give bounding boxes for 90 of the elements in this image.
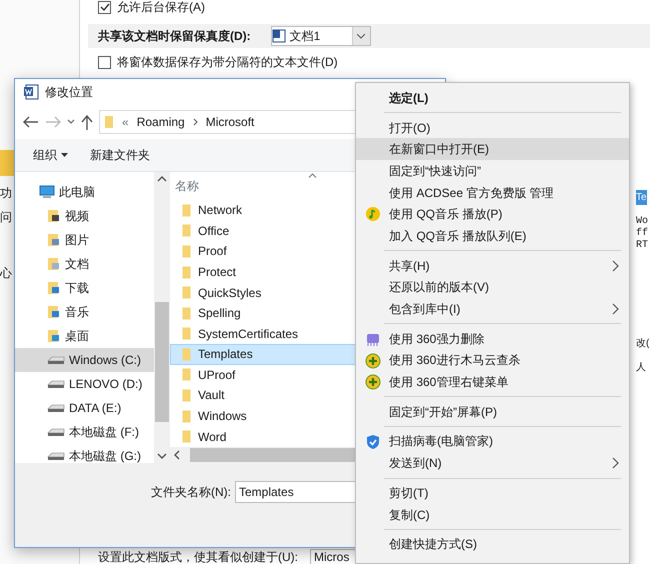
sort-caret-icon	[308, 173, 317, 178]
folder-icon	[182, 348, 191, 361]
folder-icon	[182, 410, 191, 423]
word-icon	[23, 84, 39, 100]
nav-item[interactable]: 本地磁盘 (F:)	[15, 420, 154, 444]
checkbox[interactable]	[98, 0, 111, 14]
up-arrow-icon[interactable]	[81, 114, 93, 130]
breadcrumb[interactable]: Roaming	[136, 113, 185, 131]
folder-icon	[182, 306, 191, 320]
menu-item[interactable]: 在新窗口中打开(E)	[356, 138, 629, 160]
folder-icon	[182, 244, 191, 258]
nav-item[interactable]: 文档	[15, 252, 154, 276]
folder-icon	[182, 286, 191, 300]
field-label: 文件夹名称(N):	[151, 484, 231, 501]
text-fragment: Te	[636, 190, 647, 205]
nav-item[interactable]: 下载	[15, 276, 154, 300]
nav-item[interactable]: 视频	[15, 204, 154, 228]
folder-icon	[104, 115, 114, 129]
nav-item[interactable]: 音乐	[15, 300, 154, 324]
scrollbar-thumb[interactable]	[155, 302, 169, 422]
nav-item[interactable]: 桌面	[15, 324, 154, 348]
text-fragment: Wo	[636, 215, 648, 228]
menu-item[interactable]: 发送到(N)	[356, 452, 629, 474]
menu-item[interactable]: 使用 360管理右键菜单	[356, 371, 629, 393]
checkbox-label: 允许后台保存(A)	[117, 0, 205, 16]
dropdown-button[interactable]	[352, 27, 370, 45]
caret-icon	[61, 153, 68, 157]
menu-item[interactable]: 共享(H)	[356, 254, 629, 276]
folder-icon	[182, 368, 191, 382]
menu-item[interactable]: 固定到“开始”屏幕(P)	[356, 400, 629, 423]
folder-icon	[47, 257, 61, 271]
overflow-marker[interactable]: «	[122, 113, 129, 131]
drive-icon	[47, 355, 65, 365]
folder-icon	[182, 204, 191, 217]
caret-icon	[357, 34, 366, 38]
sidebar-item[interactable]: 问	[0, 208, 12, 226]
nav-item[interactable]: LENOVO (D:)	[15, 372, 154, 396]
checkbox[interactable]	[98, 56, 111, 68]
plus-icon	[365, 352, 381, 369]
column-header[interactable]: 名称	[175, 176, 199, 195]
menu-item[interactable]: 还原以前的版本(V)	[356, 276, 629, 298]
folder-icon	[47, 281, 61, 295]
menu-item[interactable]: 加入 QQ音乐 播放队列(E)	[356, 225, 629, 247]
field-label: 设置此文档版式，使其看似创建于(U):	[98, 549, 298, 564]
menu-item[interactable]: 固定到“快速访问”	[356, 160, 629, 182]
menu-item[interactable]: 使用 QQ音乐 播放(P)	[356, 203, 629, 226]
caret-icon[interactable]	[67, 119, 75, 125]
folder-icon	[182, 224, 191, 238]
back-arrow-icon[interactable]	[23, 116, 39, 128]
plus-icon	[365, 374, 381, 390]
menu-item[interactable]: 扫描病毒(电脑管家)	[356, 430, 629, 452]
folder-icon	[182, 430, 191, 444]
folder-icon	[47, 209, 61, 223]
folder-icon	[47, 233, 61, 247]
sidebar-highlight	[0, 150, 14, 176]
music-note-icon	[365, 206, 381, 222]
nav-item[interactable]: 本地磁盘 (G:)	[15, 444, 154, 468]
window-title: 修改位置	[45, 84, 93, 101]
nav-item[interactable]: 此电脑	[15, 180, 154, 204]
checkbox-label: 将窗体数据保存为带分隔符的文本文件(D)	[117, 54, 338, 71]
chevron-icon	[192, 118, 198, 126]
drive-icon	[47, 379, 65, 389]
sidebar-item[interactable]: 功	[0, 184, 12, 202]
field-label: 共享该文档时保留保真度(D):	[98, 28, 251, 45]
nav-item[interactable]: 图片	[15, 228, 154, 252]
fidelity-dropdown[interactable]: 文档1	[270, 26, 371, 46]
document-icon	[272, 29, 286, 43]
folder-icon	[47, 329, 61, 343]
toolbar-button[interactable]: 组织	[33, 146, 68, 164]
folder-icon	[47, 305, 61, 319]
text-fragment: 人	[636, 361, 646, 375]
drive-icon	[47, 427, 65, 437]
toolbar-button[interactable]: 新建文件夹	[90, 146, 150, 164]
text-fragment: ff	[636, 226, 648, 240]
breadcrumb[interactable]: Microsoft	[206, 113, 254, 131]
drive-icon	[47, 403, 65, 413]
menu-item[interactable]: 复制(C)	[356, 504, 629, 526]
folder-icon	[182, 266, 191, 278]
menu-item[interactable]: 使用 ACDSee 官方免费版 管理	[356, 182, 629, 204]
nav-item[interactable]: DATA (E:)	[15, 396, 154, 420]
folder-icon	[182, 388, 191, 402]
sidebar-item[interactable]: 心	[0, 264, 12, 282]
nav-item[interactable]: Windows (C:)	[15, 348, 154, 372]
text-fragment: RT	[636, 239, 648, 253]
shield-icon	[365, 434, 381, 450]
folder-icon	[182, 327, 191, 340]
menu-item[interactable]: 选定(L)	[356, 87, 629, 109]
text-fragment: 改(	[636, 337, 650, 351]
menu-item[interactable]: 包含到库中(I)	[356, 298, 629, 320]
computer-icon	[39, 185, 55, 199]
